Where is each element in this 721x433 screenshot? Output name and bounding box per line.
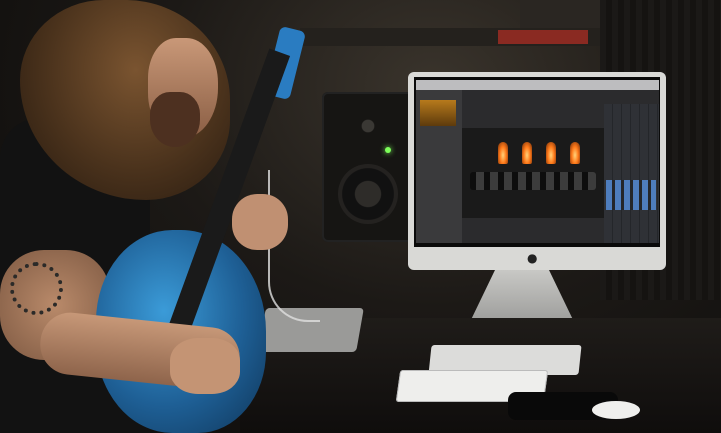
tattoo-icon xyxy=(10,262,63,315)
person-fretting-hand xyxy=(232,194,288,250)
amp-tube-4 xyxy=(570,142,580,164)
speaker-tweeter xyxy=(356,114,380,138)
amp-plugin-window xyxy=(462,128,604,218)
amp-tube-3 xyxy=(546,142,556,164)
amp-tube-1 xyxy=(498,142,508,164)
studio-monitor-speaker xyxy=(322,92,414,242)
speaker-woofer xyxy=(338,164,398,224)
amp-knob-row xyxy=(470,172,596,190)
person-beard xyxy=(150,92,200,147)
daw-screen xyxy=(416,80,659,243)
daw-toolbar xyxy=(416,80,659,90)
daw-mixer-channels xyxy=(604,104,659,243)
photo-scene: ● xyxy=(0,0,721,433)
mouse xyxy=(592,401,640,419)
patch-thumbnail xyxy=(420,100,456,126)
apple-logo-icon: ● xyxy=(527,251,538,265)
person-picking-hand xyxy=(170,338,240,394)
daw-library-sidebar xyxy=(416,90,462,243)
speaker-power-led xyxy=(385,147,391,153)
red-book xyxy=(498,30,588,44)
amp-tube-2 xyxy=(522,142,532,164)
mixer-level-meters xyxy=(606,180,656,210)
